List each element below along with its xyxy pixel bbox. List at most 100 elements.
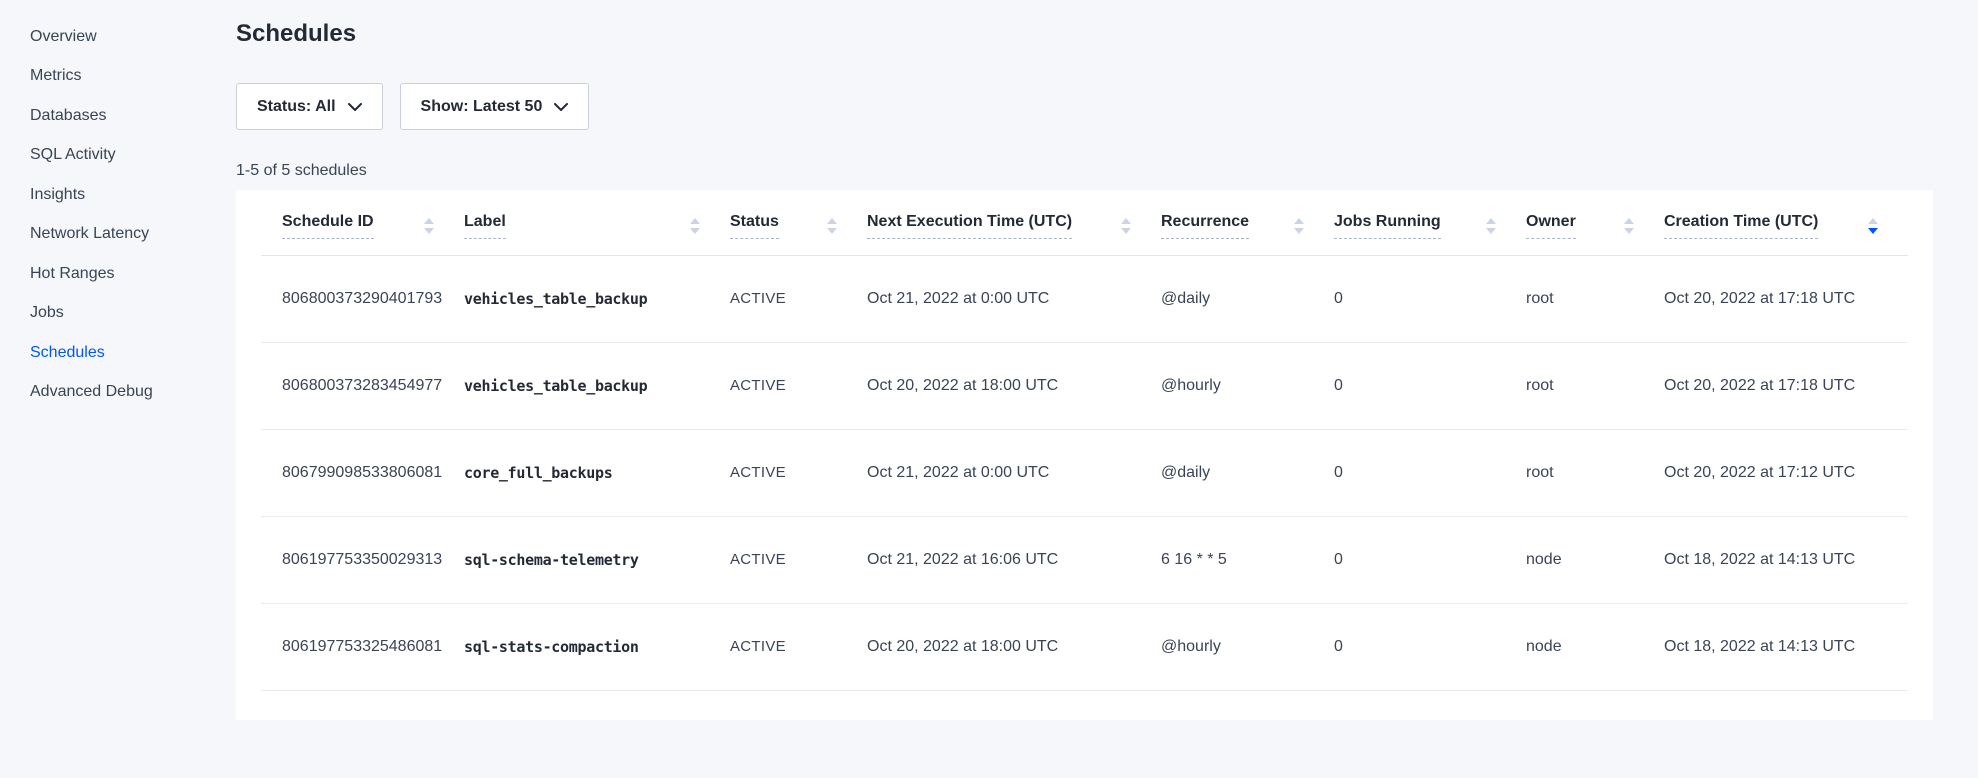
cell-jobs-running: 0 <box>1334 516 1526 603</box>
table-row: 806197753325486081sql-stats-compactionAC… <box>261 603 1908 690</box>
cell-creation-time: Oct 20, 2022 at 17:18 UTC <box>1664 255 1908 342</box>
table-row: 806800373290401793vehicles_table_backupA… <box>261 255 1908 342</box>
sort-arrows-icon[interactable] <box>424 218 434 234</box>
sort-up-icon <box>690 218 700 224</box>
sidebar-item-databases[interactable]: Databases <box>0 96 236 136</box>
sort-down-icon <box>1486 228 1496 234</box>
cell-schedule-id: 806800373290401793 <box>261 255 464 342</box>
schedules-table: Schedule ID Label Status Next Execution … <box>261 190 1908 691</box>
cell-recurrence: @hourly <box>1161 342 1334 429</box>
cell-owner: root <box>1526 342 1664 429</box>
cell-creation-time: Oct 20, 2022 at 17:12 UTC <box>1664 429 1908 516</box>
cell-jobs-running: 0 <box>1334 429 1526 516</box>
sort-arrows-icon[interactable] <box>1294 218 1304 234</box>
column-header-next-execution[interactable]: Next Execution Time (UTC) <box>867 190 1161 255</box>
sort-down-icon <box>1294 228 1304 234</box>
cell-label: core_full_backups <box>464 429 730 516</box>
cell-recurrence: 6 16 * * 5 <box>1161 516 1334 603</box>
status-filter-dropdown[interactable]: Status: All <box>236 83 383 130</box>
schedules-table-card: Schedule ID Label Status Next Execution … <box>236 190 1933 720</box>
cell-creation-time: Oct 20, 2022 at 17:18 UTC <box>1664 342 1908 429</box>
column-header-recurrence[interactable]: Recurrence <box>1161 190 1334 255</box>
cell-schedule-id: 806800373283454977 <box>261 342 464 429</box>
sidebar-item-overview[interactable]: Overview <box>0 17 236 57</box>
sidebar-item-metrics[interactable]: Metrics <box>0 57 236 97</box>
cell-jobs-running: 0 <box>1334 603 1526 690</box>
cell-owner: root <box>1526 255 1664 342</box>
column-header-schedule-id[interactable]: Schedule ID <box>261 190 464 255</box>
sidebar-item-hot-ranges[interactable]: Hot Ranges <box>0 254 236 294</box>
cell-label: vehicles_table_backup <box>464 255 730 342</box>
chevron-down-icon <box>554 101 568 112</box>
column-header-label: Recurrence <box>1161 213 1249 239</box>
column-header-label: Jobs Running <box>1334 213 1441 239</box>
sort-up-icon <box>827 218 837 224</box>
sort-arrows-icon[interactable] <box>1624 218 1634 234</box>
filters-bar: Status: All Show: Latest 50 <box>236 83 1933 130</box>
table-row: 806799098533806081core_full_backupsACTIV… <box>261 429 1908 516</box>
sidebar-item-sql-activity[interactable]: SQL Activity <box>0 136 236 176</box>
table-row: 806800373283454977vehicles_table_backupA… <box>261 342 1908 429</box>
results-count: 1-5 of 5 schedules <box>236 162 1933 180</box>
cell-owner: node <box>1526 603 1664 690</box>
table-row: 806197753350029313sql-schema-telemetryAC… <box>261 516 1908 603</box>
column-header-label[interactable]: Label <box>464 190 730 255</box>
cell-status: ACTIVE <box>730 255 867 342</box>
sidebar-item-advanced-debug[interactable]: Advanced Debug <box>0 373 236 413</box>
sort-down-icon <box>1624 228 1634 234</box>
sort-up-icon <box>424 218 434 224</box>
show-limit-label: Show: Latest 50 <box>421 98 543 116</box>
cell-label: sql-schema-telemetry <box>464 516 730 603</box>
cell-status: ACTIVE <box>730 342 867 429</box>
sort-down-icon <box>1121 228 1131 234</box>
cell-label: sql-stats-compaction <box>464 603 730 690</box>
sidebar-item-jobs[interactable]: Jobs <box>0 294 236 334</box>
sort-up-icon <box>1294 218 1304 224</box>
column-header-jobs-running[interactable]: Jobs Running <box>1334 190 1526 255</box>
sort-arrows-icon[interactable] <box>1486 218 1496 234</box>
sort-up-icon <box>1121 218 1131 224</box>
sort-arrows-icon[interactable] <box>1868 218 1878 234</box>
cell-next-execution: Oct 21, 2022 at 0:00 UTC <box>867 429 1161 516</box>
column-header-status[interactable]: Status <box>730 190 867 255</box>
sort-down-icon <box>690 228 700 234</box>
status-filter-label: Status: All <box>257 98 336 116</box>
sort-arrows-icon[interactable] <box>1121 218 1131 234</box>
cell-schedule-id: 806197753325486081 <box>261 603 464 690</box>
cell-jobs-running: 0 <box>1334 342 1526 429</box>
table-header-row: Schedule ID Label Status Next Execution … <box>261 190 1908 255</box>
sidebar-item-schedules[interactable]: Schedules <box>0 333 236 373</box>
column-header-label: Next Execution Time (UTC) <box>867 213 1072 239</box>
cell-next-execution: Oct 21, 2022 at 0:00 UTC <box>867 255 1161 342</box>
sidebar-item-insights[interactable]: Insights <box>0 175 236 215</box>
column-header-creation-time[interactable]: Creation Time (UTC) <box>1664 190 1908 255</box>
column-header-label: Owner <box>1526 213 1576 239</box>
column-header-label: Status <box>730 213 779 239</box>
cell-recurrence: @daily <box>1161 255 1334 342</box>
cell-label: vehicles_table_backup <box>464 342 730 429</box>
cell-recurrence: @hourly <box>1161 603 1334 690</box>
cell-owner: node <box>1526 516 1664 603</box>
chevron-down-icon <box>348 101 362 112</box>
sort-arrows-icon[interactable] <box>690 218 700 234</box>
cell-jobs-running: 0 <box>1334 255 1526 342</box>
sort-down-icon <box>1868 228 1878 234</box>
sort-arrows-icon[interactable] <box>827 218 837 234</box>
sidebar-item-network-latency[interactable]: Network Latency <box>0 215 236 255</box>
sort-up-icon <box>1624 218 1634 224</box>
show-limit-dropdown[interactable]: Show: Latest 50 <box>400 83 590 130</box>
column-header-owner[interactable]: Owner <box>1526 190 1664 255</box>
cell-schedule-id: 806799098533806081 <box>261 429 464 516</box>
cell-next-execution: Oct 20, 2022 at 18:00 UTC <box>867 603 1161 690</box>
cell-status: ACTIVE <box>730 603 867 690</box>
sort-up-icon <box>1486 218 1496 224</box>
cell-status: ACTIVE <box>730 429 867 516</box>
sort-down-icon <box>827 228 837 234</box>
sort-down-icon <box>424 228 434 234</box>
cell-owner: root <box>1526 429 1664 516</box>
cell-schedule-id: 806197753350029313 <box>261 516 464 603</box>
cell-status: ACTIVE <box>730 516 867 603</box>
column-header-label: Schedule ID <box>282 213 374 239</box>
cell-creation-time: Oct 18, 2022 at 14:13 UTC <box>1664 516 1908 603</box>
cell-creation-time: Oct 18, 2022 at 14:13 UTC <box>1664 603 1908 690</box>
